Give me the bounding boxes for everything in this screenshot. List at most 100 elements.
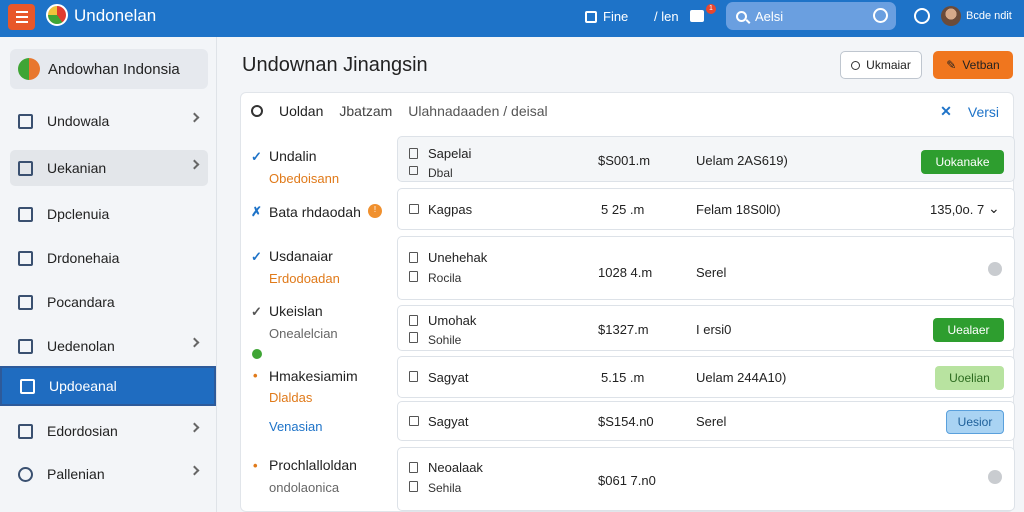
tree-item[interactable]: Ukeislan — [269, 303, 323, 319]
help-icon[interactable] — [914, 8, 930, 24]
check-icon: ✓ — [251, 304, 262, 319]
panel-close[interactable]: ✕ Versi — [940, 103, 999, 120]
check-icon: ✓ — [251, 149, 262, 164]
notification-badge: 1 — [706, 4, 716, 14]
row-action-button[interactable]: Uokanake — [921, 150, 1004, 174]
table-row[interactable]: Umohak Sohile $1327.m I ersi0 Uealaer — [397, 305, 1015, 351]
edit-icon: ✎ — [946, 58, 957, 72]
search-button[interactable]: Ukmaiar — [840, 51, 922, 79]
top-nav-item-fine[interactable]: Fine — [585, 9, 628, 24]
tree-sub: Obedoisann — [269, 171, 340, 186]
row-action-button[interactable]: Uealaer — [933, 318, 1004, 342]
org-switcher[interactable]: Andowhan Indonsia — [10, 49, 208, 89]
chevron-right-icon — [189, 422, 200, 433]
tree-item[interactable]: Prochlalloldan — [269, 457, 357, 473]
row-amount: $061 7.n0 — [598, 473, 656, 488]
doc-icon — [409, 252, 418, 263]
tree-item[interactable]: Hmakesiamim — [269, 368, 358, 384]
row-name: Umohak — [428, 313, 477, 328]
row-status: Serel — [696, 265, 727, 280]
sidebar-item-7-active[interactable]: Updoeanal — [0, 366, 216, 406]
row-extra-value: 135,0o. 7 — [930, 202, 985, 217]
sidebar-item-2[interactable]: Uekanian — [10, 150, 208, 186]
table-row[interactable]: Unehehak Rocila 1028 4.m Serel — [397, 236, 1015, 300]
chevron-right-icon — [189, 337, 200, 348]
row-amount: $1327.m — [598, 322, 649, 337]
table-row[interactable]: Sagyat $S154.n0 Serel Uesior — [397, 401, 1015, 441]
row-amount: $S001.m — [598, 153, 651, 168]
sidebar-item-3[interactable]: Dpclenuia — [10, 196, 208, 232]
tree-sub: Dlaldas — [269, 390, 313, 405]
doc-icon — [409, 462, 418, 473]
avatar[interactable] — [941, 6, 961, 26]
row-status: I ersi0 — [696, 322, 732, 337]
tree-item[interactable]: Usdanaiar — [269, 248, 333, 264]
table-row[interactable]: Sapelai Dbal $S001.m Uelam 2AS619) Uokan… — [397, 136, 1015, 182]
chevron-right-icon — [189, 159, 200, 170]
doc-icon — [409, 271, 418, 282]
bullet-icon: • — [253, 368, 258, 383]
primary-action-button[interactable]: ✎ Vetban — [933, 51, 1013, 79]
row-sub: Sehila — [428, 481, 462, 495]
row-name: Sapelai — [428, 146, 472, 161]
checkbox[interactable] — [409, 204, 419, 214]
hamburger-menu-button[interactable] — [8, 4, 35, 30]
doc-icon — [409, 315, 418, 326]
user-name[interactable]: Bcde ndit — [966, 10, 1012, 22]
app-title: Undonelan — [74, 6, 157, 25]
row-action-button[interactable]: Uesior — [946, 410, 1004, 434]
row-action-button[interactable]: Uoelian — [935, 366, 1004, 390]
sidebar-item-9[interactable]: Pallenian — [10, 456, 208, 492]
sidebar-item-1[interactable]: Undowala — [10, 103, 208, 139]
doc-icon — [409, 148, 418, 159]
home-icon — [18, 113, 33, 129]
row-name: Neoalaak — [428, 460, 483, 475]
check-icon: ✓ — [251, 249, 262, 264]
table-row[interactable]: Neoalaak Sehila $061 7.n0 — [397, 447, 1015, 511]
sidebar-item-6[interactable]: Uedenolan — [10, 328, 208, 364]
row-status: Uelam 2AS619) — [696, 153, 788, 168]
tab-3[interactable]: Ulahnadaaden / deisal — [408, 103, 547, 119]
doc-icon — [409, 371, 418, 382]
top-nav-item-len[interactable]: / len — [654, 9, 679, 24]
checkbox[interactable] — [409, 416, 419, 426]
sidebar: Andowhan Indonsia Undowala Uekanian Dpcl… — [0, 37, 217, 512]
tree-sub: ondolaonica — [269, 480, 340, 495]
row-sub: Rocila — [428, 271, 462, 285]
row-name: Sagyat — [428, 370, 469, 385]
clock-icon[interactable] — [873, 8, 888, 23]
doc-icon — [18, 160, 33, 176]
row-name: Unehehak — [428, 250, 488, 265]
doc-icon — [18, 206, 33, 222]
doc-icon — [409, 481, 418, 492]
chevron-right-icon — [189, 465, 200, 476]
warning-badge: ! — [368, 204, 382, 218]
status-dot — [988, 470, 1002, 484]
tree-item[interactable]: Undalin — [269, 148, 316, 164]
row-amount: $S154.n0 — [598, 414, 654, 429]
row-status: Felam 18S0l0) — [696, 202, 781, 217]
row-amount: 1028 4.m — [598, 265, 653, 280]
sidebar-item-8[interactable]: Edordosian — [10, 413, 208, 449]
doc-icon — [409, 332, 418, 343]
doc-icon — [409, 166, 418, 175]
org-logo — [18, 58, 40, 80]
row-status: Serel — [696, 414, 727, 429]
sidebar-item-4[interactable]: Drdonehaia — [10, 240, 208, 276]
tree-sub: Erdodoadan — [269, 271, 340, 286]
tab-2[interactable]: Jbatzam — [339, 103, 392, 119]
table-row[interactable]: Kagpas 5 25 .m Felam 18S0l0) 135,0o. 7 ⌄ — [397, 188, 1015, 230]
top-bar: Undonelan Fine / len 1 Aelsi Bcde ndit — [0, 0, 1024, 37]
doc-icon — [18, 250, 33, 266]
tree-link[interactable]: Venasian — [269, 419, 323, 434]
row-name: Kagpas — [428, 202, 473, 217]
tab-1[interactable]: Uoldan — [279, 103, 323, 119]
cross-icon: ✗ — [251, 204, 262, 219]
sidebar-item-5[interactable]: Pocandara — [10, 284, 208, 320]
tree-item[interactable]: Bata rhdaodah — [269, 204, 361, 220]
chevron-down-icon[interactable]: ⌄ — [988, 200, 1000, 217]
mail-icon[interactable] — [690, 10, 704, 22]
search-input[interactable]: Aelsi — [726, 2, 896, 30]
close-icon[interactable]: ✕ — [940, 103, 952, 120]
table-row[interactable]: Sagyat 5.15 .m Uelam 244A10) Uoelian — [397, 356, 1015, 398]
